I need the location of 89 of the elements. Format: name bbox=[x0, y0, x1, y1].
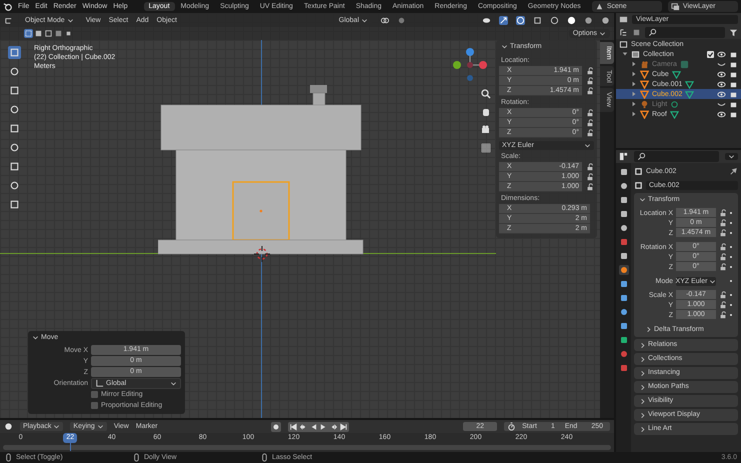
chevron-down-icon bbox=[599, 30, 606, 37]
wireframe-shading-icon[interactable] bbox=[550, 16, 559, 24]
extend-mode-icon[interactable] bbox=[34, 29, 43, 38]
lock-icon[interactable] bbox=[719, 263, 727, 271]
expand-arrow-icon[interactable] bbox=[622, 51, 628, 57]
chevron-down-icon bbox=[501, 43, 508, 50]
lock-icon[interactable] bbox=[586, 119, 594, 127]
next-key-icon[interactable] bbox=[329, 422, 338, 432]
editor-type-icon[interactable] bbox=[4, 16, 13, 24]
chevron-right-icon bbox=[645, 326, 652, 333]
mesh-object-icon bbox=[640, 110, 649, 118]
chevron-down-icon bbox=[96, 423, 104, 430]
lock-icon[interactable] bbox=[719, 253, 727, 261]
intersect-mode-icon[interactable] bbox=[64, 29, 73, 38]
subtract-mode-icon[interactable] bbox=[44, 29, 53, 38]
mouse-icon bbox=[4, 453, 13, 462]
proportional-icon[interactable] bbox=[397, 16, 406, 24]
pin-icon[interactable] bbox=[729, 166, 738, 176]
record-icon[interactable] bbox=[271, 422, 282, 432]
lock-icon[interactable] bbox=[719, 209, 727, 217]
display-mode-icon[interactable] bbox=[619, 28, 628, 37]
lock-icon[interactable] bbox=[586, 87, 594, 95]
chevron-down-icon bbox=[728, 153, 735, 160]
zoom-icon[interactable] bbox=[480, 88, 492, 100]
play-reverse-icon[interactable] bbox=[309, 422, 318, 432]
eye-icon[interactable] bbox=[717, 70, 726, 78]
material-shading-icon[interactable] bbox=[584, 16, 593, 24]
overlay-icon[interactable] bbox=[516, 16, 525, 24]
stopwatch-icon[interactable] bbox=[507, 422, 516, 431]
search-icon bbox=[648, 28, 657, 37]
lock-icon[interactable] bbox=[586, 163, 594, 171]
select-mode-icon[interactable] bbox=[24, 29, 33, 38]
collection-box-icon bbox=[619, 40, 628, 48]
axis-gizmo-icon[interactable] bbox=[452, 47, 488, 83]
mouse-icon bbox=[132, 453, 141, 462]
axes-icon bbox=[95, 378, 104, 388]
chevron-down-icon bbox=[584, 142, 591, 149]
search-field[interactable] bbox=[645, 27, 725, 38]
lock-icon[interactable] bbox=[586, 67, 594, 75]
mouse-icon bbox=[260, 453, 269, 462]
search-icon bbox=[637, 152, 646, 161]
lock-icon[interactable] bbox=[719, 243, 727, 251]
eye-icon[interactable] bbox=[482, 16, 491, 24]
funnel-icon[interactable] bbox=[729, 28, 738, 37]
xray-icon[interactable] bbox=[533, 16, 542, 24]
filter-icon[interactable] bbox=[632, 28, 641, 37]
snap-icon[interactable] bbox=[380, 16, 389, 24]
lock-icon[interactable] bbox=[586, 173, 594, 181]
app-logo-icon[interactable] bbox=[3, 2, 12, 11]
3d-cursor-icon bbox=[254, 246, 270, 262]
lock-icon[interactable] bbox=[719, 301, 727, 309]
lock-icon[interactable] bbox=[719, 291, 727, 299]
select-box-icon[interactable] bbox=[8, 46, 20, 59]
gizmo-icon[interactable] bbox=[499, 16, 508, 24]
chevron-down-icon bbox=[66, 16, 74, 24]
chevron-down-icon bbox=[639, 196, 646, 203]
render-shading-icon[interactable] bbox=[601, 16, 610, 24]
eye-icon[interactable] bbox=[717, 50, 726, 58]
lock-icon[interactable] bbox=[586, 109, 594, 117]
light-bulb-icon bbox=[640, 100, 649, 108]
clock-icon[interactable] bbox=[4, 422, 13, 431]
lock-icon[interactable] bbox=[719, 311, 727, 319]
chevron-down-icon bbox=[32, 334, 39, 341]
jump-start-icon[interactable] bbox=[289, 422, 298, 432]
editor-type-icon[interactable] bbox=[619, 152, 628, 161]
chevron-down-icon bbox=[361, 16, 368, 24]
chevron-down-icon bbox=[170, 380, 177, 386]
checkbox[interactable] bbox=[707, 50, 714, 58]
eye-icon[interactable] bbox=[717, 110, 726, 118]
light-data-icon[interactable] bbox=[670, 100, 680, 108]
chevron-down-icon bbox=[53, 423, 60, 430]
search-field[interactable] bbox=[634, 151, 719, 162]
lock-icon[interactable] bbox=[719, 219, 727, 227]
editor-type-icon[interactable] bbox=[619, 15, 628, 24]
options-dropdown[interactable] bbox=[725, 153, 738, 160]
invert-mode-icon[interactable] bbox=[54, 29, 63, 38]
collection-box-icon bbox=[631, 50, 640, 58]
scrollbar[interactable] bbox=[3, 445, 611, 450]
solid-shading-icon[interactable] bbox=[567, 16, 576, 24]
eye-icon[interactable] bbox=[717, 80, 726, 88]
chevron-down-icon bbox=[709, 278, 716, 284]
jump-end-icon[interactable] bbox=[339, 422, 348, 432]
lock-icon[interactable] bbox=[586, 129, 594, 137]
mesh-data-icon[interactable] bbox=[670, 110, 679, 118]
lock-icon[interactable] bbox=[586, 77, 594, 85]
lock-icon[interactable] bbox=[719, 229, 727, 237]
grid-icon[interactable] bbox=[480, 142, 492, 154]
lock-icon[interactable] bbox=[586, 183, 594, 191]
eye-icon[interactable] bbox=[717, 90, 726, 98]
